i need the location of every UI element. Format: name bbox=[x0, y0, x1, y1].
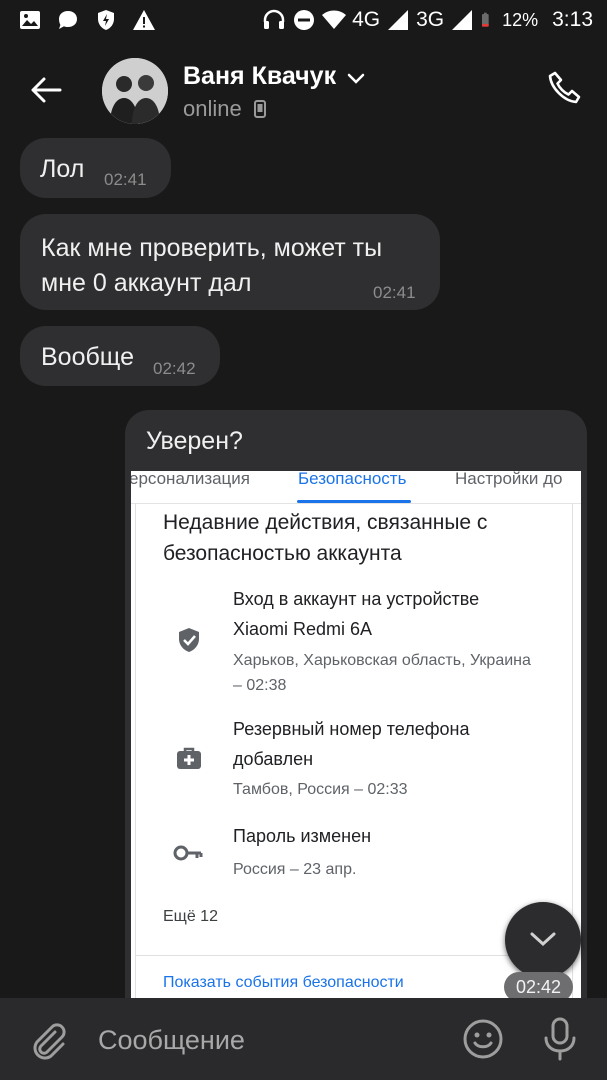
emoji-icon[interactable] bbox=[462, 1018, 504, 1060]
dnd-icon bbox=[294, 10, 315, 30]
more-events-label: Ещё 12 bbox=[163, 908, 218, 925]
signal-icon bbox=[388, 10, 409, 30]
shield-icon bbox=[98, 10, 114, 30]
chat-header: Ваня Квачук online bbox=[0, 44, 607, 136]
medkit-icon bbox=[177, 747, 201, 769]
message-time: 02:41 bbox=[373, 283, 416, 302]
network-3g-label: 3G bbox=[416, 8, 445, 31]
contact-status: online bbox=[183, 96, 266, 122]
event-subtitle: Россия – 23 апр. bbox=[233, 861, 357, 878]
message-time: 02:41 bbox=[104, 170, 147, 189]
message-time: 02:42 bbox=[153, 359, 196, 378]
composer-bar bbox=[0, 998, 607, 1080]
paperclip-icon[interactable] bbox=[28, 1020, 68, 1060]
status-label: online bbox=[183, 96, 242, 121]
tab-security: Безопасность bbox=[298, 471, 407, 488]
network-4g-label: 4G bbox=[352, 8, 381, 31]
show-security-events-link: Показать события безопасности bbox=[163, 974, 404, 991]
message-text: Вообще bbox=[41, 343, 134, 371]
event-subtitle: Харьков, Харьковская область, Украина – … bbox=[233, 652, 531, 694]
signal-icon bbox=[452, 10, 473, 30]
event-title: Вход в аккаунт на устройстве Xiaomi Redm… bbox=[233, 589, 480, 639]
chat-icon bbox=[59, 11, 77, 29]
microphone-icon[interactable] bbox=[540, 1016, 580, 1062]
image-caption: Уверен? bbox=[146, 427, 243, 455]
battery-icon bbox=[482, 12, 489, 27]
chevron-down-icon[interactable] bbox=[346, 72, 366, 86]
section-title: Недавние действия, связанные с безопасно… bbox=[163, 511, 488, 565]
contact-name[interactable]: Ваня Квачук bbox=[183, 62, 336, 91]
phone-call-icon[interactable] bbox=[546, 70, 584, 108]
key-icon bbox=[173, 845, 203, 861]
scroll-down-button[interactable] bbox=[505, 902, 581, 978]
event-subtitle: Тамбов, Россия – 02:33 bbox=[233, 781, 408, 798]
shield-icon bbox=[179, 628, 199, 652]
divider bbox=[135, 955, 571, 956]
tab-personalization: ерсонализация bbox=[131, 471, 251, 488]
warning-icon bbox=[133, 10, 155, 30]
message-text: Лол bbox=[40, 155, 85, 183]
status-bar: 4G 3G 12% 3:13 bbox=[0, 0, 607, 44]
event-title: Резервный номер телефона добавлен bbox=[233, 719, 470, 769]
gallery-icon bbox=[20, 11, 40, 29]
avatar[interactable] bbox=[102, 58, 168, 124]
wifi-icon bbox=[322, 10, 347, 29]
screenshot-tabs: ерсонализация Безопасность Настройки до bbox=[131, 471, 581, 504]
chevron-down-icon bbox=[530, 932, 556, 947]
tab-settings: Настройки до bbox=[455, 471, 563, 488]
battery-percent: 12% bbox=[502, 9, 539, 30]
message-bubble[interactable]: Вообще 02:42 bbox=[20, 326, 220, 386]
mobile-device-icon bbox=[253, 100, 266, 118]
event-title: Пароль изменен bbox=[233, 826, 372, 846]
clock: 3:13 bbox=[552, 8, 593, 31]
message-bubble[interactable]: Лол 02:41 bbox=[20, 138, 171, 198]
message-bubble[interactable]: Как мне проверить, может ты мне 0 аккаун… bbox=[20, 214, 440, 310]
back-arrow-icon[interactable] bbox=[28, 72, 64, 108]
avatar-photo-icon bbox=[102, 58, 168, 124]
message-input[interactable] bbox=[96, 1018, 430, 1062]
headphones-icon bbox=[263, 9, 285, 29]
